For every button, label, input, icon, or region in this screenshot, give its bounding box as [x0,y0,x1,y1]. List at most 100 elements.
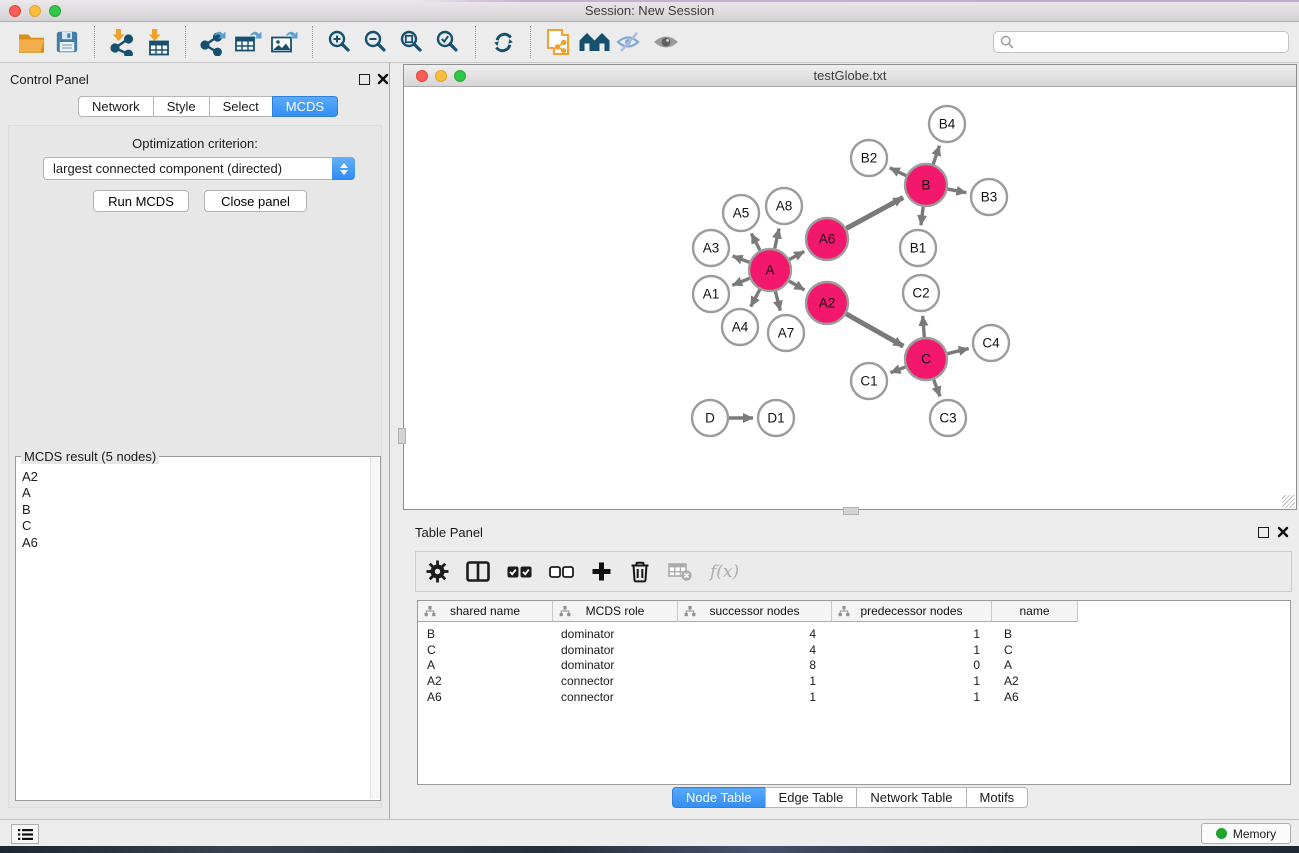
table-row[interactable]: A6connector11A6 [418,689,1290,705]
result-scrollbar[interactable] [370,458,379,799]
edge-B-B1[interactable] [921,207,923,225]
graph-node-D[interactable]: D [692,400,728,436]
graph-node-A7[interactable]: A7 [768,315,804,351]
graph-node-B[interactable]: B [905,164,947,206]
graph-node-B2[interactable]: B2 [851,140,887,176]
edge-A-A7[interactable] [775,291,780,310]
edge-A-A8[interactable] [775,229,779,249]
import-table-icon[interactable] [140,25,176,59]
table-cell[interactable]: B [992,627,1078,641]
edge-B-B2[interactable] [890,168,906,176]
edge-A-A3[interactable] [733,256,750,262]
splitter-handle-bottom[interactable] [843,507,859,515]
select-all-icon[interactable] [507,566,532,578]
edge-A-A1[interactable] [732,278,749,285]
table-cell[interactable]: A2 [418,674,553,688]
graph-node-A1[interactable]: A1 [693,276,729,312]
table-cell[interactable]: A6 [992,690,1078,704]
table-cell[interactable]: A [992,658,1078,672]
edge-A-A4[interactable] [751,290,760,307]
table-cell[interactable]: 4 [678,627,832,641]
result-item[interactable]: A2 [22,469,368,485]
result-item[interactable]: A6 [22,535,368,551]
refresh-view-icon[interactable] [485,25,521,59]
edge-A-A2[interactable] [789,281,805,290]
close-panel-button[interactable]: Close panel [204,190,307,212]
function-builder-icon[interactable]: f(x) [710,562,739,582]
table-cell[interactable]: C [418,643,553,657]
export-image-icon[interactable] [267,25,303,59]
open-file-icon[interactable] [13,25,49,59]
run-mcds-button[interactable]: Run MCDS [93,190,189,212]
task-history-button[interactable] [11,824,39,844]
result-item[interactable]: C [22,518,368,534]
table-cell[interactable]: dominator [553,643,678,657]
edge-B-B3[interactable] [948,189,967,193]
graph-node-A2[interactable]: A2 [806,282,848,324]
edge-A-A5[interactable] [751,234,760,251]
show-all-icon[interactable] [648,25,684,59]
import-network-icon[interactable] [104,25,140,59]
add-row-icon[interactable] [591,561,612,582]
edge-B-B4[interactable] [933,146,939,165]
tab-edge-table[interactable]: Edge Table [765,787,858,808]
table-row[interactable]: Cdominator41C [418,642,1290,658]
table-cell[interactable]: 4 [678,643,832,657]
tab-network[interactable]: Network [78,96,154,117]
resize-grip[interactable] [1282,495,1295,508]
graph-node-D1[interactable]: D1 [758,400,794,436]
edge-C-C2[interactable] [923,316,925,337]
network-window-titlebar[interactable]: testGlobe.txt [404,65,1296,87]
graph-node-A5[interactable]: A5 [723,195,759,231]
memory-button[interactable]: Memory [1201,823,1291,844]
network-canvas[interactable]: B4B2BB3A5A8A6A3B1AA1C2A2A4A7C4CC1C3DD1 [404,88,1296,509]
table-cell[interactable]: 8 [678,658,832,672]
delete-table-icon[interactable] [668,562,693,582]
graph-node-A8[interactable]: A8 [766,188,802,224]
graph-node-C4[interactable]: C4 [973,325,1009,361]
table-cell[interactable]: A2 [992,674,1078,688]
column-header-MCDS-role[interactable]: MCDS role [553,601,678,622]
search-box[interactable] [993,31,1289,53]
graph-node-A6[interactable]: A6 [806,218,848,260]
edge-A2-C[interactable] [846,314,903,346]
edge-A-A6[interactable] [789,251,804,259]
hide-selected-icon[interactable] [612,25,648,59]
edge-C-C3[interactable] [934,380,940,397]
graph-node-C2[interactable]: C2 [903,275,939,311]
deselect-all-icon[interactable] [549,566,574,578]
export-table-icon[interactable] [231,25,267,59]
table-settings-icon[interactable] [426,560,449,583]
save-session-icon[interactable] [49,25,85,59]
delete-rows-icon[interactable] [629,560,651,583]
table-row[interactable]: Adominator80A [418,657,1290,673]
graph-node-C3[interactable]: C3 [930,400,966,436]
table-cell[interactable]: A6 [418,690,553,704]
graph-node-A4[interactable]: A4 [722,309,758,345]
tab-network-table[interactable]: Network Table [856,787,966,808]
graph-node-C1[interactable]: C1 [851,363,887,399]
table-cell[interactable]: 1 [832,643,992,657]
splitter-handle-left[interactable] [398,428,406,444]
table-cell[interactable]: C [992,643,1078,657]
tab-motifs[interactable]: Motifs [966,787,1029,808]
graph-node-B4[interactable]: B4 [929,106,965,142]
table-cell[interactable]: 1 [678,674,832,688]
float-table-panel-icon[interactable] [1258,527,1269,538]
table-cell[interactable]: 1 [678,690,832,704]
tab-mcds[interactable]: MCDS [272,96,338,117]
tab-node-table[interactable]: Node Table [672,787,766,808]
result-item[interactable]: B [22,502,368,518]
export-network-icon[interactable] [195,25,231,59]
table-cell[interactable]: dominator [553,658,678,672]
zoom-in-icon[interactable] [322,25,358,59]
table-cell[interactable]: connector [553,690,678,704]
close-panel-icon[interactable] [377,73,389,85]
graph-node-C[interactable]: C [905,338,947,380]
graph-node-B1[interactable]: B1 [900,230,936,266]
column-header-shared-name[interactable]: shared name [418,601,553,622]
tab-style[interactable]: Style [153,96,210,117]
table-row[interactable]: Bdominator41B [418,626,1290,642]
table-row[interactable]: A2connector11A2 [418,673,1290,689]
graph-node-B3[interactable]: B3 [971,179,1007,215]
